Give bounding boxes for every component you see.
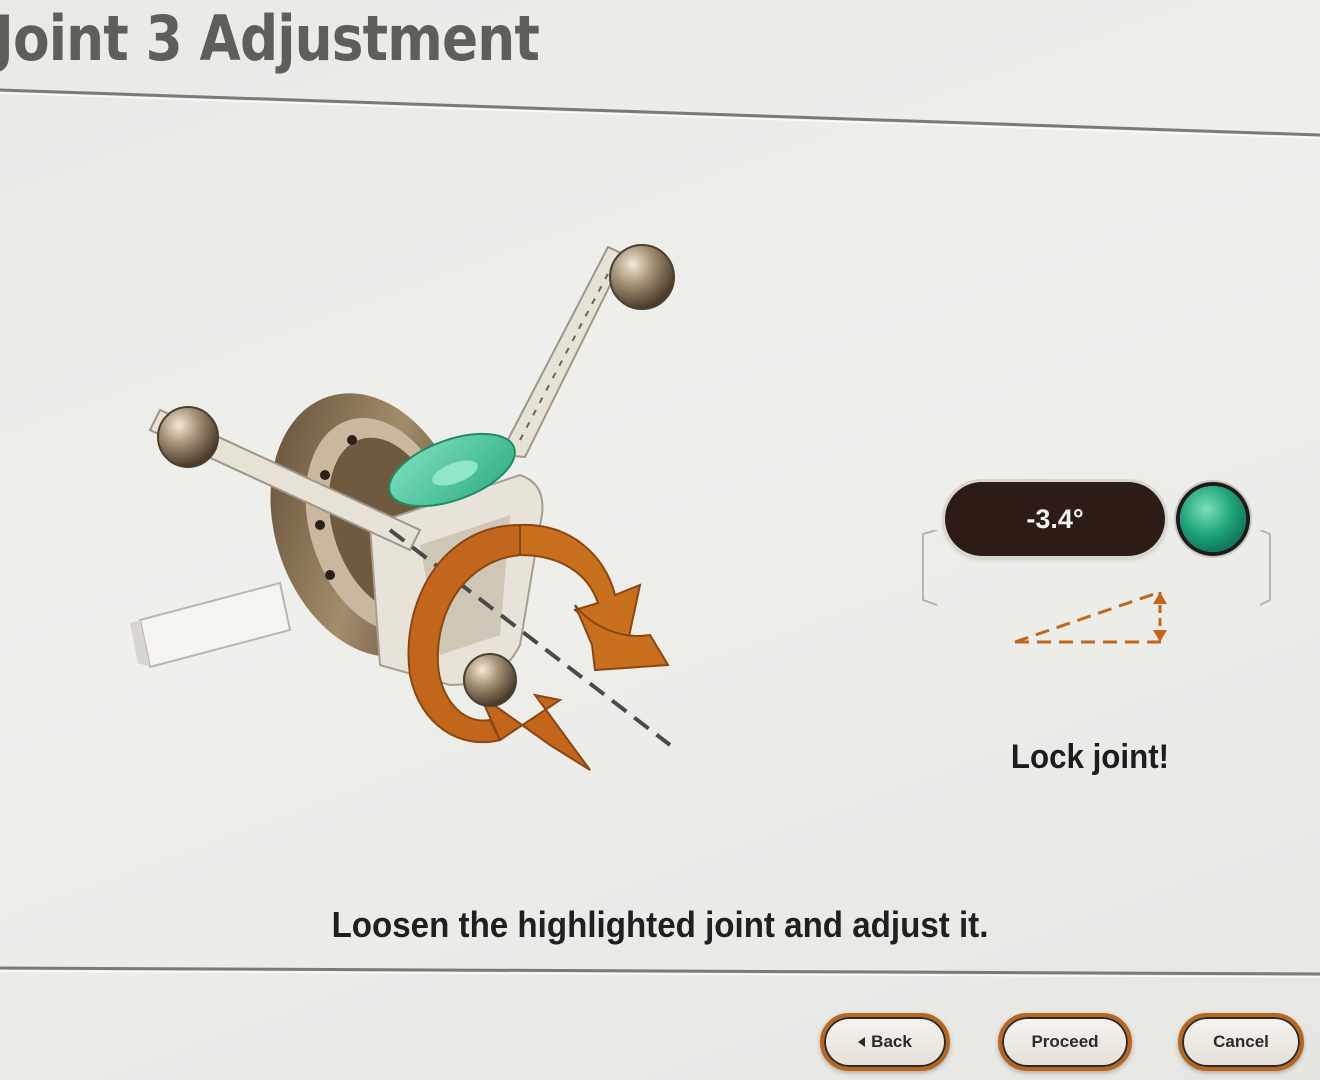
proceed-button[interactable]: Proceed	[998, 1013, 1132, 1071]
angle-icon	[1014, 590, 1167, 644]
back-button-label: Back	[871, 1032, 912, 1051]
lock-joint-message: Lock joint!	[1010, 738, 1170, 776]
bottom-ball	[463, 653, 517, 707]
angle-indicator: -3.4°	[915, 470, 1285, 670]
cancel-button-label: Cancel	[1213, 1032, 1269, 1051]
angle-value-display: -3.4°	[945, 482, 1165, 556]
back-button[interactable]: Back	[820, 1013, 950, 1071]
upper-arm	[498, 244, 675, 459]
status-indicator-icon	[1180, 486, 1246, 552]
proceed-button-label: Proceed	[1031, 1032, 1099, 1051]
rod	[130, 581, 292, 669]
instruction-text: Loosen the highlighted joint and adjust …	[331, 904, 989, 945]
joint-illustration	[130, 244, 675, 771]
footer-divider	[0, 966, 1320, 978]
cancel-button[interactable]: Cancel	[1178, 1013, 1304, 1071]
page-title: Joint 3 Adjustment	[0, 2, 540, 75]
back-arrow-icon	[858, 1037, 866, 1047]
